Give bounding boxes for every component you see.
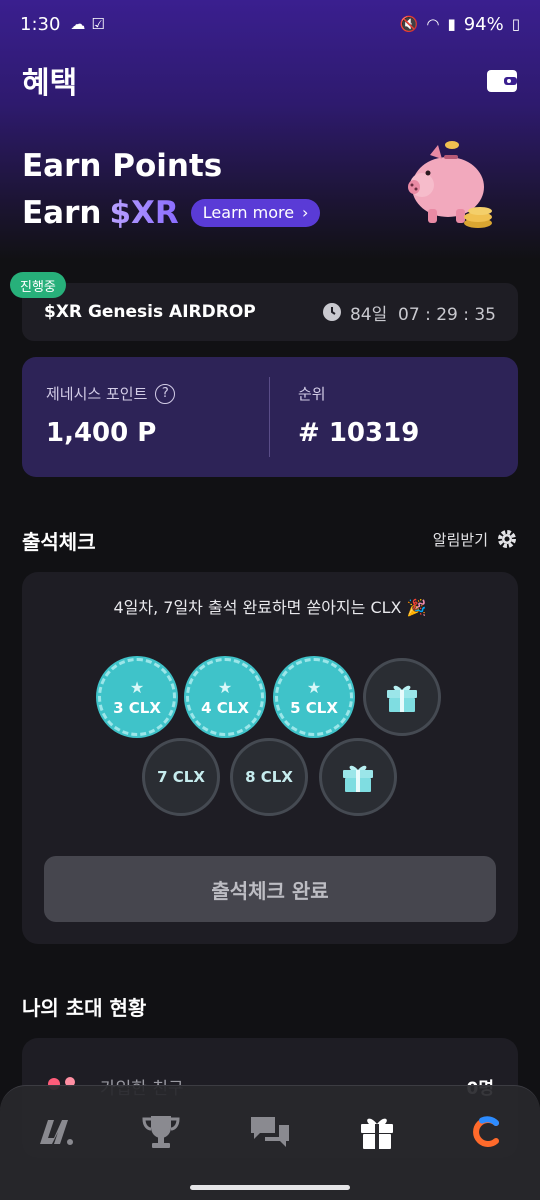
- hero-earn: Earn: [22, 195, 102, 231]
- gift-icon: [361, 1118, 393, 1149]
- status-badge: 진행중: [10, 272, 66, 298]
- genesis-points-value: 1,400 P: [46, 418, 157, 448]
- gift-icon: [387, 685, 417, 712]
- star-icon: ★: [306, 677, 322, 697]
- gift-icon: [343, 765, 373, 792]
- home-icon: [40, 1120, 73, 1145]
- rank-value: # 10319: [298, 418, 420, 448]
- piggy-bank-illustration: [408, 141, 492, 228]
- nav-benefits[interactable]: [347, 1108, 407, 1156]
- airdrop-title: $XR Genesis AIRDROP: [44, 302, 256, 322]
- help-icon[interactable]: ?: [155, 383, 176, 404]
- gear-icon: [498, 530, 516, 548]
- airdrop-countdown: 84일 07 : 29 : 35: [349, 304, 496, 325]
- star-icon: ★: [129, 677, 145, 697]
- learn-more-button[interactable]: Learn more ›: [190, 199, 321, 227]
- genesis-points-label: 제네시스 포인트: [46, 385, 148, 403]
- home-indicator: [190, 1185, 350, 1190]
- rank-label: 순위: [298, 385, 326, 403]
- invite-status-title: 나의 초대 현황: [22, 996, 147, 1020]
- chat-icon: [251, 1117, 289, 1147]
- page-title: 혜택: [22, 66, 78, 101]
- attendance-day-7-gift[interactable]: [319, 738, 397, 816]
- nav-profile[interactable]: [456, 1108, 516, 1156]
- wallet-button[interactable]: [486, 66, 518, 94]
- attendance-day-1[interactable]: ★ 3 CLX: [98, 658, 176, 736]
- check-icon: ☑: [91, 15, 105, 33]
- wallet-icon: [487, 70, 517, 92]
- status-time: 1:30: [20, 13, 61, 35]
- battery-icon: ▯: [511, 15, 520, 33]
- hero-title: Earn Points: [22, 148, 223, 184]
- attendance-day-4-gift[interactable]: [363, 658, 441, 736]
- status-bar: 1:30 ☁ ☑ 🔇 ◠ ▮ 94% ▯: [0, 0, 540, 48]
- messenger-icon: ☁: [70, 15, 86, 33]
- attendance-day-5[interactable]: 7 CLX: [142, 738, 220, 816]
- attendance-message: 4일차, 7일차 출석 완료하면 쏟아지는 CLX 🎉: [113, 598, 427, 617]
- attendance-complete-button[interactable]: 출석체크 완료: [44, 856, 496, 922]
- trophy-icon: [142, 1116, 180, 1148]
- hero-token: $XR: [109, 187, 178, 239]
- hero-banner: Earn Points Earn $XR Learn more ›: [22, 145, 321, 239]
- star-icon: ★: [217, 677, 233, 697]
- notification-settings-button[interactable]: 알림받기: [433, 528, 518, 550]
- attendance-day-2[interactable]: ★ 4 CLX: [186, 658, 264, 736]
- clock-icon: [322, 303, 341, 321]
- profile-icon: [473, 1116, 499, 1147]
- nav-chat[interactable]: [240, 1108, 300, 1156]
- points-card: 제네시스 포인트 ? 1,400 P 순위 # 10319: [22, 357, 518, 477]
- wifi-icon: ◠: [426, 15, 440, 33]
- attendance-title: 출석체크: [22, 530, 96, 554]
- attendance-day-3[interactable]: ★ 5 CLX: [275, 658, 353, 736]
- header: 혜택: [22, 60, 518, 101]
- nav-home[interactable]: [26, 1108, 86, 1156]
- bottom-navigation: [0, 1085, 540, 1200]
- attendance-card: 4일차, 7일차 출석 완료하면 쏟아지는 CLX 🎉 ★ 3 CLX ★ 4 …: [22, 572, 518, 944]
- battery-percent: 94%: [463, 13, 504, 35]
- signal-icon: ▮: [447, 15, 456, 33]
- airdrop-card[interactable]: $XR Genesis AIRDROP 84일 07 : 29 : 35: [22, 283, 518, 341]
- mute-icon: 🔇: [399, 15, 419, 33]
- alarm-label: 알림받기: [432, 530, 488, 549]
- chevron-right-icon: ›: [302, 203, 309, 222]
- attendance-day-6[interactable]: 8 CLX: [230, 738, 308, 816]
- nav-ranking[interactable]: [131, 1108, 191, 1156]
